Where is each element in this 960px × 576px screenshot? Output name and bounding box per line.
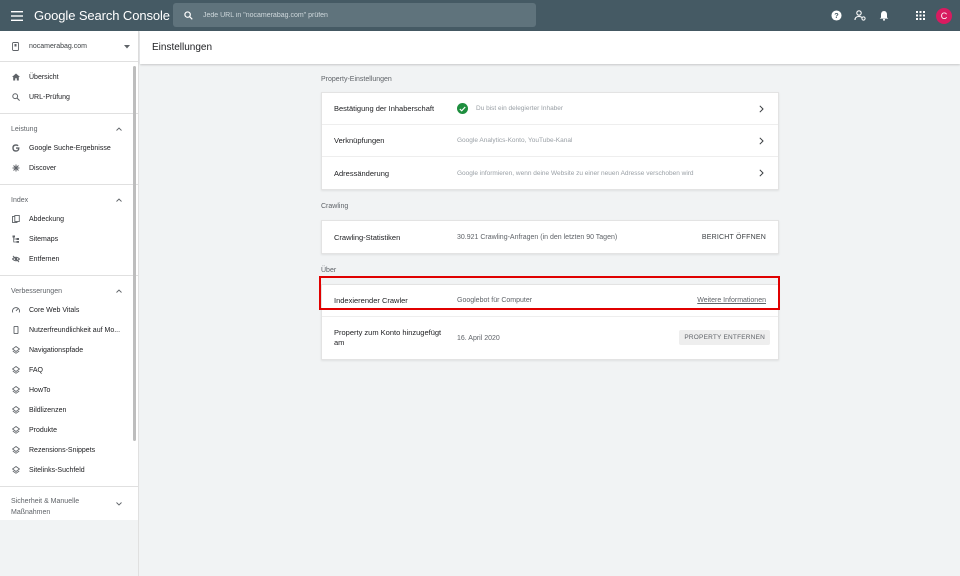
change-of-address-value: Google informieren, wenn deine Website z… — [457, 169, 694, 177]
chevron-down-icon — [116, 499, 122, 510]
sidebar-item-removals[interactable]: Entfernen — [0, 249, 138, 269]
remove-property-button[interactable]: PROPERTY ENTFERNEN — [679, 330, 770, 345]
sidebar-item-search-results[interactable]: Google Suche-Ergebnisse — [0, 138, 138, 158]
speed-icon — [12, 306, 29, 314]
section-title-crawling: Crawling — [321, 202, 349, 210]
sidebar-item-sitemaps[interactable]: Sitemaps — [0, 229, 138, 249]
ownership-status: Du bist ein delegierter Inhaber — [476, 105, 564, 112]
check-circle-icon — [457, 103, 468, 114]
phone-icon — [12, 326, 29, 334]
search-icon — [12, 93, 29, 101]
layers-icon — [12, 346, 29, 354]
sidebar-item-review-snippets[interactable]: Rezensions-Snippets — [0, 440, 138, 460]
highlight-box — [319, 276, 780, 310]
associations-row[interactable]: Verknüpfungen Google Analytics-Konto, Yo… — [322, 125, 778, 157]
eye-off-icon — [12, 255, 29, 263]
help-icon[interactable]: ? — [824, 4, 848, 28]
layers-icon — [12, 406, 29, 414]
layers-icon — [12, 446, 29, 454]
dropdown-caret-icon — [124, 44, 130, 51]
sidebar-item-core-web-vitals[interactable]: Core Web Vitals — [0, 300, 138, 320]
notifications-bell-icon[interactable] — [872, 4, 896, 28]
divider — [0, 486, 138, 487]
manage-users-icon[interactable] — [848, 4, 872, 28]
sidebar-item-mobile-usability[interactable]: Nutzerfreundlichkeit auf Mo... — [0, 320, 138, 340]
search-input[interactable] — [203, 11, 503, 19]
svg-text:?: ? — [834, 11, 839, 20]
file-copy-icon — [12, 215, 29, 223]
chevron-right-icon — [759, 169, 764, 179]
sidebar-item-products[interactable]: Produkte — [0, 420, 138, 440]
sidebar-item-howto[interactable]: HowTo — [0, 380, 138, 400]
associations-value: Google Analytics-Konto, YouTube-Kanal — [457, 137, 573, 144]
property-added-date: 16. April 2020 — [457, 334, 500, 342]
section-performance[interactable]: Leistung — [0, 120, 138, 138]
property-name: nocamerabag.com — [29, 42, 87, 50]
crawl-stats-value: 30.921 Crawling-Anfragen (in den letzten… — [457, 233, 618, 241]
section-title-property-settings: Property-Einstellungen — [321, 75, 392, 83]
page-title: Einstellungen — [140, 31, 960, 64]
sidebar-item-faq[interactable]: FAQ — [0, 360, 138, 380]
divider — [0, 113, 138, 114]
app-title[interactable]: Google Search Console — [34, 8, 174, 23]
layers-icon — [12, 466, 29, 474]
sidebar-footer-area — [0, 520, 138, 576]
google-g-icon — [12, 144, 29, 152]
settings-content: Property-Einstellungen Bestätigung der I… — [321, 72, 779, 360]
chevron-up-icon — [116, 197, 122, 204]
chevron-up-icon — [116, 288, 122, 295]
sidebar: nocamerabag.com Übersicht URL-Prüfung Le… — [0, 31, 139, 576]
sidebar-item-url-inspection[interactable]: URL-Prüfung — [0, 87, 138, 107]
sidebar-item-coverage[interactable]: Abdeckung — [0, 209, 138, 229]
open-report-button[interactable]: BERICHT ÖFFNEN — [702, 234, 766, 241]
chevron-right-icon — [759, 105, 764, 115]
chevron-right-icon — [759, 137, 764, 147]
top-app-bar: Google Search Console ? C — [0, 0, 960, 31]
property-selector[interactable]: nocamerabag.com — [0, 31, 138, 62]
crawling-card: Crawling-Statistiken 30.921 Crawling-Anf… — [321, 220, 779, 254]
layers-icon — [12, 366, 29, 374]
account-avatar[interactable]: C — [936, 7, 952, 24]
ownership-verification-row[interactable]: Bestätigung der Inhaberschaft Du bist ei… — [322, 93, 778, 125]
layers-icon — [12, 386, 29, 394]
section-enhancements[interactable]: Verbesserungen — [0, 282, 138, 300]
sidebar-item-overview[interactable]: Übersicht — [0, 67, 138, 87]
section-index[interactable]: Index — [0, 191, 138, 209]
sidebar-item-breadcrumbs[interactable]: Navigationspfade — [0, 340, 138, 360]
home-icon — [12, 73, 29, 81]
search-icon — [173, 10, 203, 20]
change-of-address-row[interactable]: Adressänderung Google informieren, wenn … — [322, 157, 778, 189]
property-settings-card: Bestätigung der Inhaberschaft Du bist ei… — [321, 92, 779, 190]
divider — [0, 275, 138, 276]
sidebar-item-discover[interactable]: Discover — [0, 158, 138, 178]
section-title-about: Über — [321, 266, 337, 274]
sitemap-icon — [12, 235, 29, 243]
sidebar-item-image-licenses[interactable]: Bildlizenzen — [0, 400, 138, 420]
apps-grid-icon[interactable] — [908, 4, 932, 28]
chevron-up-icon — [116, 126, 122, 133]
divider — [0, 184, 138, 185]
property-added-row: Property zum Konto hinzugefügt am 16. Ap… — [322, 317, 778, 359]
section-security-manual-actions[interactable]: Sicherheit & Manuelle Maßnahmen — [0, 493, 138, 519]
globe-icon — [12, 41, 29, 51]
sidebar-scrollbar[interactable] — [133, 66, 136, 441]
hamburger-menu-icon[interactable] — [0, 0, 34, 31]
layers-icon — [12, 426, 29, 434]
url-inspection-search[interactable] — [173, 3, 536, 27]
sidebar-item-sitelinks-searchbox[interactable]: Sitelinks-Suchfeld — [0, 460, 138, 480]
crawl-stats-row: Crawling-Statistiken 30.921 Crawling-Anf… — [334, 232, 766, 242]
asterisk-icon — [12, 164, 29, 172]
